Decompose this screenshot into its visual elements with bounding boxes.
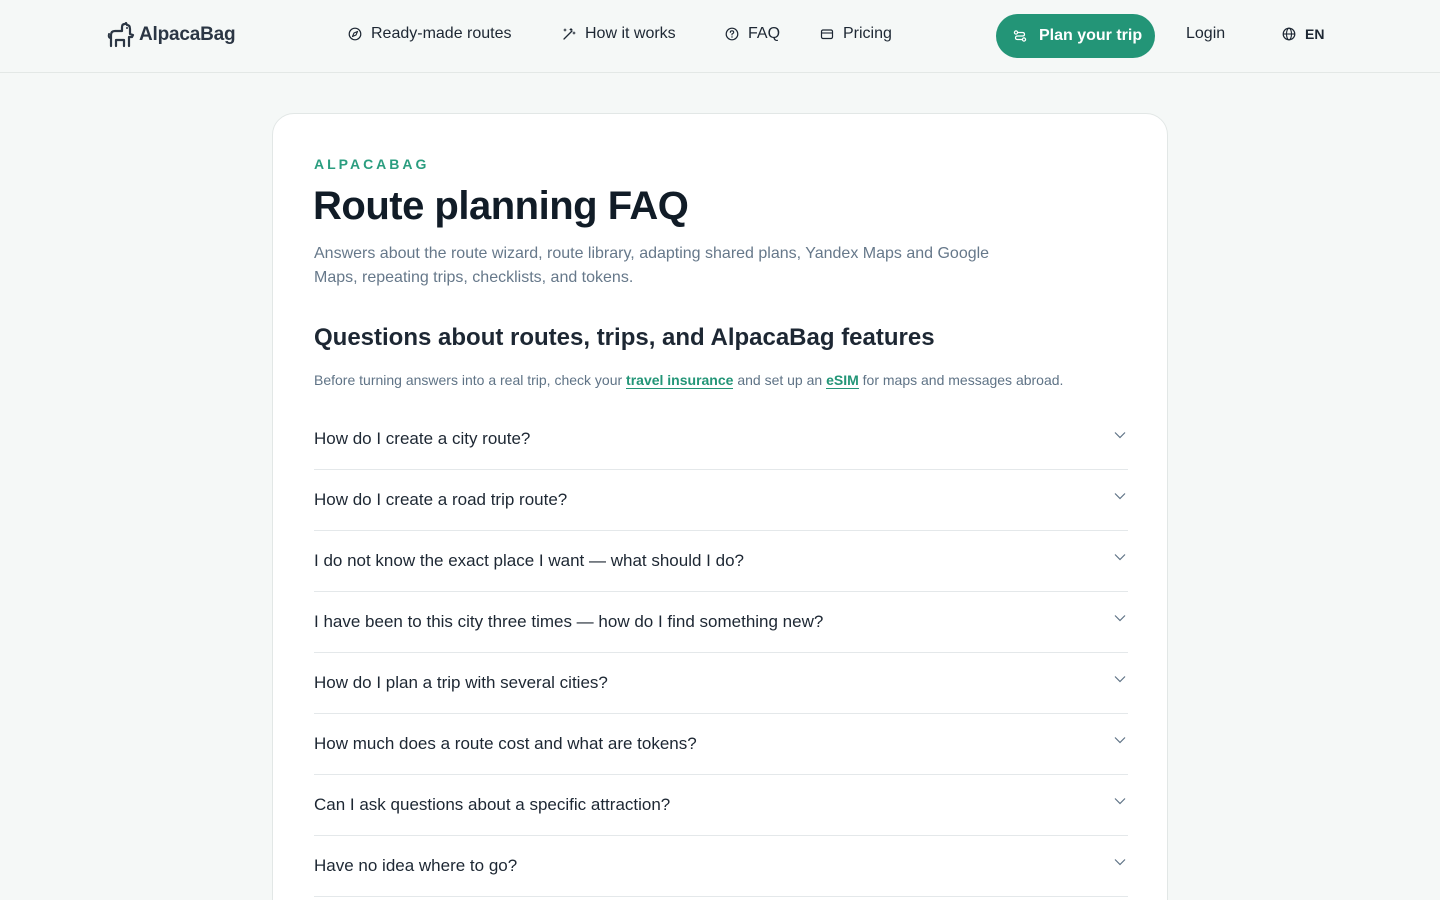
route-icon: [1013, 30, 1027, 42]
language-selector[interactable]: EN: [1282, 26, 1324, 42]
eyebrow: ALPACABAG: [314, 156, 430, 172]
nav-label: How it works: [585, 25, 676, 42]
faq-item[interactable]: How do I create a road trip route?: [314, 470, 1128, 531]
nav-label: Pricing: [843, 25, 892, 42]
travel-notice: Before turning answers into a real trip,…: [314, 372, 1064, 389]
chevron-down-icon: [1114, 432, 1126, 439]
chevron-down-icon: [1114, 615, 1126, 622]
faq-item[interactable]: Can I ask questions about a specific att…: [314, 775, 1128, 836]
faq-item[interactable]: How do I create a city route?: [314, 409, 1128, 470]
faq-item[interactable]: How do I plan a trip with several cities…: [314, 653, 1128, 714]
notice-text: Before turning answers into a real trip,…: [314, 372, 627, 388]
faq-question: How much does a route cost and what are …: [314, 734, 697, 753]
nav-ready-made-routes[interactable]: Ready-made routes: [348, 25, 512, 43]
chevron-down-icon: [1114, 493, 1126, 500]
chevron-down-icon: [1114, 737, 1126, 744]
faq-item[interactable]: I do not know the exact place I want — w…: [314, 531, 1128, 592]
plan-your-trip-button[interactable]: Plan your trip: [996, 14, 1155, 58]
faq-question: I do not know the exact place I want — w…: [314, 551, 744, 570]
logo-text: AlpacaBag: [139, 24, 236, 45]
faq-list: How do I create a city route? How do I c…: [314, 409, 1128, 897]
globe-icon: [1282, 27, 1296, 41]
compass-icon: [348, 27, 362, 41]
chevron-down-icon: [1114, 859, 1126, 866]
travel-insurance-link[interactable]: travel insurance: [626, 372, 734, 389]
faq-question: Have no idea where to go?: [314, 856, 518, 875]
nav-faq[interactable]: FAQ: [725, 25, 780, 43]
nav-label: Ready-made routes: [371, 25, 512, 42]
faq-item[interactable]: How much does a route cost and what are …: [314, 714, 1128, 775]
top-navigation: AlpacaBag Ready-made routes How it works…: [0, 0, 1440, 73]
faq-question: Can I ask questions about a specific att…: [314, 795, 671, 814]
chevron-down-icon: [1114, 676, 1126, 683]
faq-item[interactable]: Have no idea where to go?: [314, 836, 1128, 897]
question-circle-icon: [725, 27, 739, 41]
page-title: Route planning FAQ: [313, 184, 689, 228]
faq-question: How do I create a road trip route?: [314, 490, 568, 509]
esim-link[interactable]: eSIM: [826, 372, 859, 389]
faq-item[interactable]: I have been to this city three times — h…: [314, 592, 1128, 653]
nav-label: FAQ: [748, 25, 781, 42]
magic-wand-icon: [563, 28, 576, 40]
nav-how-it-works[interactable]: How it works: [562, 25, 676, 43]
logo[interactable]: AlpacaBag: [107, 22, 236, 48]
cta-label: Plan your trip: [1039, 27, 1143, 44]
page-subtitle: Answers about the route wizard, route li…: [314, 245, 990, 286]
faq-question: How do I create a city route?: [314, 429, 531, 448]
wallet-icon: [820, 29, 834, 40]
language-label: EN: [1305, 26, 1325, 42]
section-title: Questions about routes, trips, and Alpac…: [314, 324, 935, 351]
alpaca-logo-icon: [107, 22, 135, 48]
notice-text: for maps and messages abroad.: [858, 372, 1064, 388]
faq-question: I have been to this city three times — h…: [314, 612, 824, 631]
faq-question: How do I plan a trip with several cities…: [314, 673, 608, 692]
notice-text: and set up an: [733, 372, 827, 388]
chevron-down-icon: [1114, 554, 1126, 561]
nav-pricing[interactable]: Pricing: [820, 25, 892, 43]
faq-card: ALPACABAG Route planning FAQ Answers abo…: [272, 113, 1168, 900]
login-link[interactable]: Login: [1186, 25, 1225, 43]
chevron-down-icon: [1114, 798, 1126, 805]
